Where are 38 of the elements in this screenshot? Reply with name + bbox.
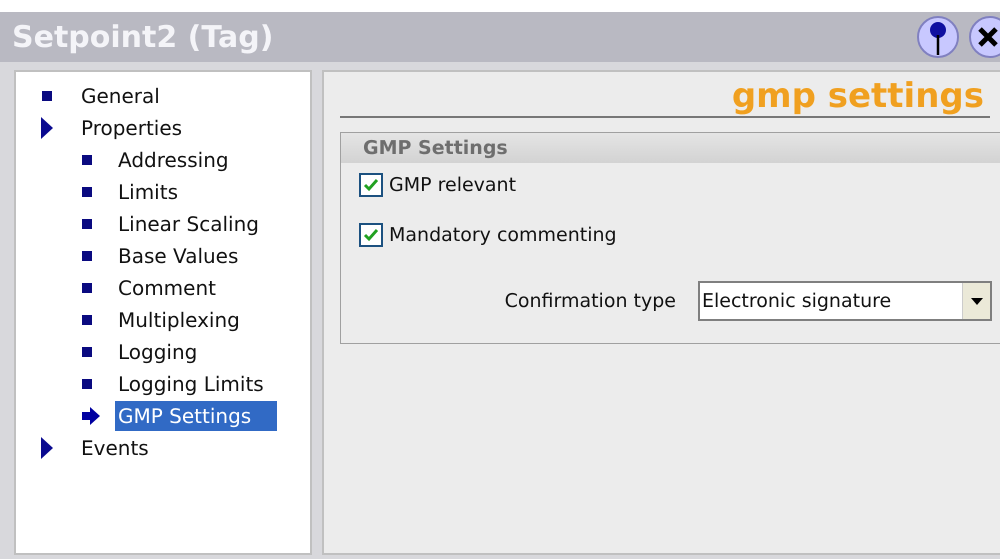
bullet-icon	[42, 91, 52, 101]
pin-icon[interactable]	[916, 15, 960, 59]
field-label: Confirmation type	[504, 288, 676, 314]
check-icon	[363, 227, 379, 243]
tree-item[interactable]: Comment	[115, 273, 219, 303]
tree-item[interactable]: General	[78, 81, 163, 111]
bullet-icon	[82, 315, 92, 325]
tree-item[interactable]: Addressing	[115, 145, 232, 175]
checkbox-label: Mandatory commenting	[389, 222, 617, 248]
bullet-icon	[82, 283, 92, 293]
bullet-icon	[82, 379, 92, 389]
bullet-icon	[82, 219, 92, 229]
tree-item[interactable]: Limits	[115, 177, 181, 207]
bullet-icon	[82, 251, 92, 261]
bullet-icon	[82, 187, 92, 197]
close-icon[interactable]	[968, 15, 1000, 59]
expand-arrow-icon[interactable]	[40, 116, 54, 140]
tree-item[interactable]: GMP Settings	[115, 401, 277, 431]
tree-item[interactable]: Multiplexing	[115, 305, 243, 335]
window-title: Setpoint2 (Tag)	[12, 18, 274, 56]
page-heading: gmp settings	[732, 76, 984, 116]
confirmation-dropdown[interactable]: Electronic signature	[698, 281, 992, 321]
checkbox-label: GMP relevant	[389, 172, 516, 198]
tree-item[interactable]: Events	[78, 433, 152, 463]
bullet-icon	[82, 347, 92, 357]
caret-icon	[970, 298, 982, 304]
checkbox[interactable]	[359, 173, 383, 197]
bullet-icon	[82, 155, 92, 165]
tree-item[interactable]: Linear Scaling	[115, 209, 262, 239]
arrow-icon	[80, 405, 102, 427]
expand-arrow-icon[interactable]	[40, 436, 54, 460]
tree-item[interactable]: Base Values	[115, 241, 242, 271]
check-icon	[363, 177, 379, 193]
checkbox[interactable]	[359, 223, 383, 247]
group-title: GMP Settings	[363, 136, 508, 161]
tree-item[interactable]: Logging Limits	[115, 369, 267, 399]
tree-item[interactable]: Logging	[115, 337, 200, 367]
tree-item[interactable]: Properties	[78, 113, 186, 143]
